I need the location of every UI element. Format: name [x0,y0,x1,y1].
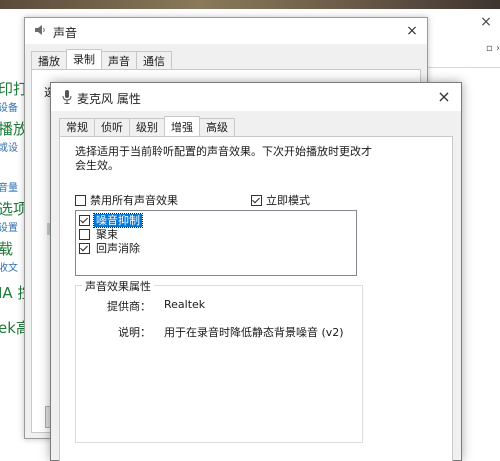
settings-link-receive[interactable]: 收文 [0,259,18,274]
tab-levels[interactable]: 级别 [129,118,165,137]
tab-listen[interactable]: 侦听 [94,118,130,137]
sound-dialog-close-button[interactable]: × [397,18,427,44]
settings-link-setup[interactable]: 设置 [0,219,18,234]
tab-enhancements[interactable]: 增强 [164,116,200,138]
disable-all-effects-label: 禁用所有声音效果 [90,194,178,207]
immediate-mode-label: 立即模式 [266,194,310,207]
effects-list[interactable]: 噪音抑制 聚束 回声消除 [75,210,357,276]
description-value: 用于在录音时降低静态背景噪音 (v2) [164,326,344,339]
mic-dialog-title-bar[interactable]: 麦克风 属性 × [51,83,461,111]
background-window-controls[interactable]: ▫ › [486,43,500,54]
immediate-mode-checkbox[interactable]: 立即模式 [251,192,310,208]
tab-communications[interactable]: 通信 [136,51,172,70]
mic-dialog-title: 麦克风 属性 [77,92,141,106]
mic-properties-dialog: 麦克风 属性 × 常规 侦听 级别 增强 高级 选择适用于当前聆听配置的声音效果… [50,82,462,461]
enhancements-description: 选择适用于当前聆听配置的声音效果。下次开始播放时更改才会生效。 [75,145,372,172]
settings-link-settings[interactable]: 或设 [0,139,18,154]
settings-link-devices[interactable]: 设备 [0,99,18,114]
effect-properties-title: 声音效果属性 [82,278,154,294]
list-item[interactable]: 回声消除 [79,242,142,255]
disable-all-effects-checkbox[interactable]: 禁用所有声音效果 [75,192,178,208]
tab-advanced[interactable]: 高级 [199,118,235,137]
mic-dialog-tabs: 常规 侦听 级别 增强 高级 [59,116,235,138]
tab-playback[interactable]: 播放 [31,51,67,70]
settings-link-volume[interactable]: 音量 [0,179,18,194]
description-label: 说明： [118,326,151,339]
list-item[interactable]: 聚束 [79,228,120,241]
effect-label-echo-cancellation: 回声消除 [96,242,140,255]
settings-link-download[interactable]: 载 [0,238,13,259]
background-close-button[interactable]: × [472,9,500,35]
sound-dialog-title: 声音 [53,26,78,40]
sound-dialog-tabs: 播放 录制 声音 通信 [31,49,172,70]
tab-general[interactable]: 常规 [59,118,95,137]
immediate-mode-box[interactable] [251,194,262,206]
tab-recording[interactable]: 录制 [66,49,102,70]
effect-checkbox-echo-cancellation[interactable] [79,243,90,254]
effect-checkbox-beamforming[interactable] [79,229,90,240]
effect-checkbox-noise-suppression[interactable] [79,215,90,226]
desktop-background-strip [0,0,500,9]
effect-label-noise-suppression: 噪音抑制 [93,213,143,228]
disable-all-effects-box[interactable] [75,194,86,206]
effect-label-beamforming: 聚束 [96,228,118,241]
enhancements-panel: 选择适用于当前聆听配置的声音效果。下次开始播放时更改才会生效。 禁用所有声音效果… [59,136,453,461]
provider-label: 提供商： [107,300,151,313]
sound-dialog-title-bar[interactable]: 声音 × [25,18,427,44]
tab-sounds[interactable]: 声音 [101,51,137,70]
provider-value: Realtek [164,298,206,311]
microphone-icon [62,90,72,104]
list-item[interactable]: 噪音抑制 [79,213,143,228]
background-divider [420,67,500,68]
speaker-icon [35,25,45,35]
mic-dialog-close-button[interactable]: × [427,83,461,111]
effect-properties-group: 声音效果属性 提供商： Realtek 说明： 用于在录音时降低静态背景噪音 (… [75,278,363,443]
